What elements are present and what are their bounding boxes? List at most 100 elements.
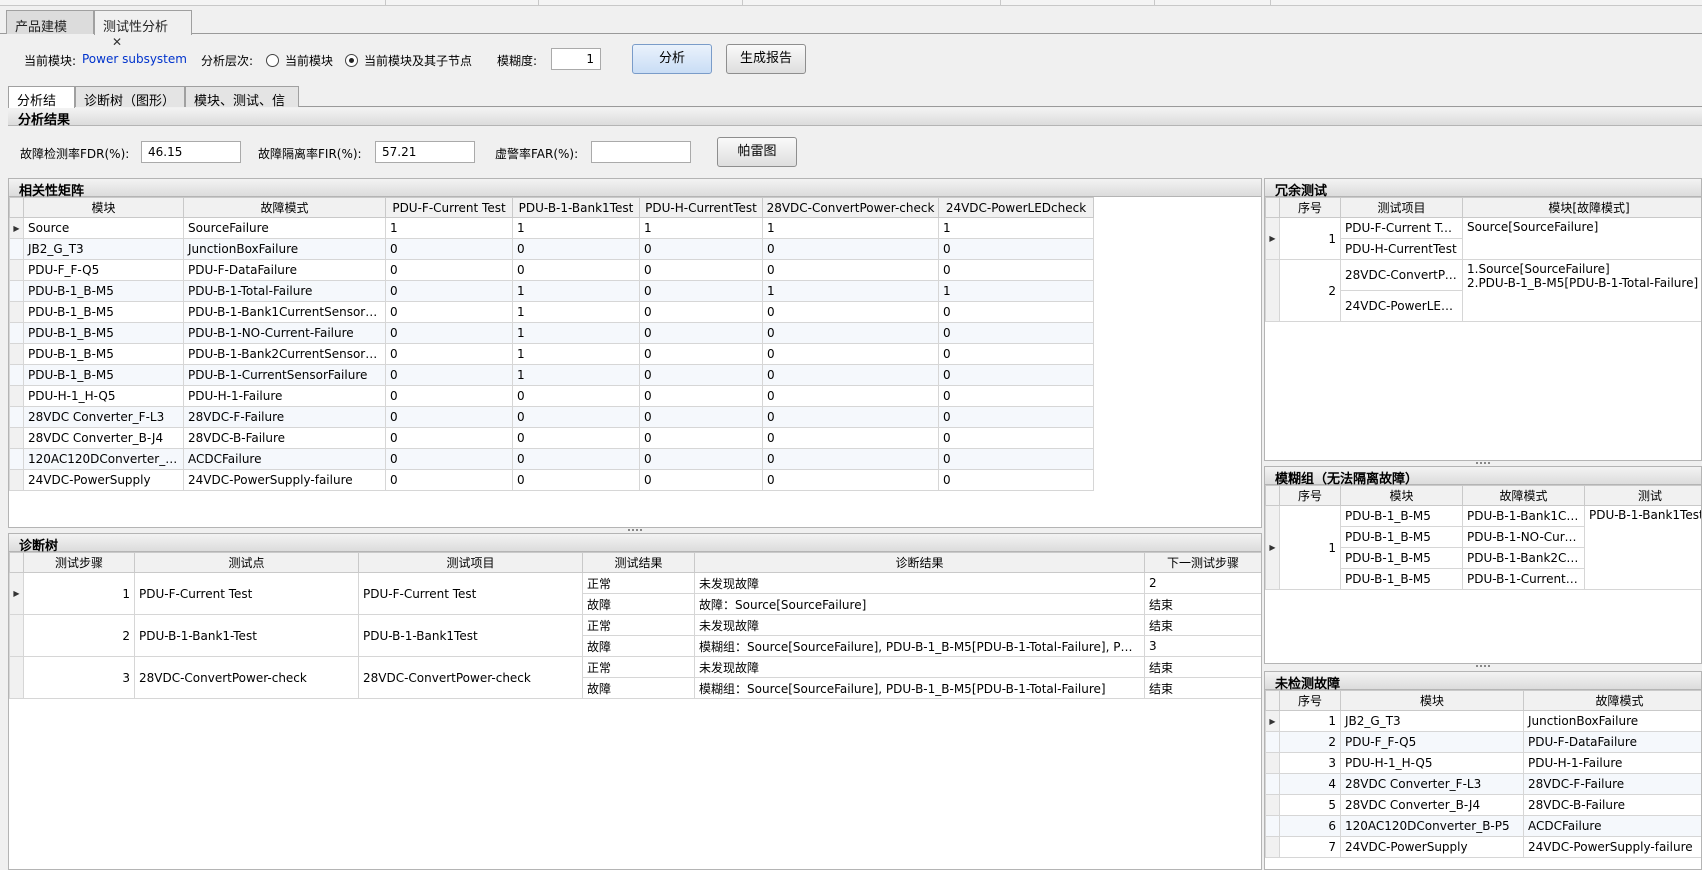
matrix-row[interactable]: ▶ Source SourceFailure 1 1 1 1 1 xyxy=(9,217,1094,239)
dependency-cell[interactable]: 0 xyxy=(938,385,1094,407)
tree-col-point[interactable]: 测试点 xyxy=(134,552,359,573)
ambiguity-col-test[interactable]: 测试 xyxy=(1584,485,1701,506)
undetected-col-no[interactable]: 序号 xyxy=(1279,690,1341,711)
failure-mode-cell[interactable]: PDU-F-DataFailure xyxy=(183,259,386,281)
step-cell[interactable]: 1 xyxy=(23,572,135,615)
dependency-cell[interactable]: 0 xyxy=(938,238,1094,260)
dependency-cell[interactable]: 0 xyxy=(639,322,763,344)
next-step-cell[interactable]: 结束 xyxy=(1144,656,1261,678)
dependency-cell[interactable]: 1 xyxy=(938,217,1094,239)
row-indicator[interactable] xyxy=(1265,259,1280,322)
dependency-cell[interactable]: 0 xyxy=(512,259,640,281)
row-pointer-icon[interactable]: ▶ xyxy=(1265,217,1280,260)
test-item-cell[interactable]: PDU-F-Current Test xyxy=(358,572,583,615)
horizontal-splitter[interactable] xyxy=(1264,461,1702,465)
module-failure-cell[interactable]: 1.Source[SourceFailure] 2.PDU-B-1_B-M5[PD… xyxy=(1462,259,1701,322)
far-field[interactable] xyxy=(591,141,691,163)
redundant-test-cell[interactable]: PDU-H-CurrentTest xyxy=(1340,238,1463,260)
subtab-diagnosis-tree-graph[interactable]: 诊断树（图形） xyxy=(75,86,185,109)
matrix-row[interactable]: PDU-B-1_B-M5 PDU-B-1-Bank2CurrentSensorFa… xyxy=(9,343,1094,365)
level-option-children[interactable]: 当前模块及其子节点 xyxy=(345,52,472,69)
row-indicator[interactable] xyxy=(9,656,24,699)
dependency-cell[interactable]: 0 xyxy=(762,343,939,365)
undetected-row[interactable]: ▶ 1 JB2_G_T3 JunctionBoxFailure xyxy=(1265,710,1701,732)
next-step-cell[interactable]: 3 xyxy=(1144,635,1261,657)
matrix-row[interactable]: PDU-B-1_B-M5 PDU-B-1-NO-Current-Failure 0 1… xyxy=(9,322,1094,344)
module-cell[interactable]: 28VDC Converter_F-L3 xyxy=(23,406,184,428)
fir-field[interactable]: 57.21 xyxy=(375,141,475,163)
undetected-row[interactable]: 2 PDU-F_F-Q5 PDU-F-DataFailure xyxy=(1265,731,1701,753)
module-cell[interactable]: PDU-B-1_B-M5 xyxy=(23,322,184,344)
dependency-cell[interactable]: 1 xyxy=(938,280,1094,302)
test-point-cell[interactable]: PDU-B-1-Bank1-Test xyxy=(134,614,359,657)
matrix-row[interactable]: PDU-B-1_B-M5 PDU-B-1-Bank1CurrentSensorFa… xyxy=(9,301,1094,323)
matrix-col-test2[interactable]: PDU-B-1-Bank1Test xyxy=(512,197,640,218)
redundant-row[interactable]: 2 28VDC-ConvertPo... 1.Source[SourceFailur… xyxy=(1265,259,1701,322)
undetected-row[interactable]: 5 28VDC Converter_B-J4 28VDC-B-Failure xyxy=(1265,794,1701,816)
dependency-cell[interactable]: 0 xyxy=(639,280,763,302)
test-item-cell[interactable]: 28VDC-ConvertPower-check xyxy=(358,656,583,699)
module-cell[interactable]: JB2_G_T3 xyxy=(1340,710,1524,732)
row-indicator[interactable] xyxy=(9,322,24,344)
row-no-cell[interactable]: 6 xyxy=(1279,815,1341,837)
dependency-cell[interactable]: 0 xyxy=(385,238,513,260)
row-no-cell[interactable]: 3 xyxy=(1279,752,1341,774)
row-no-cell[interactable]: 2 xyxy=(1279,731,1341,753)
group-no-cell[interactable]: 1 xyxy=(1279,217,1341,260)
row-pointer-icon[interactable]: ▶ xyxy=(9,217,24,239)
dependency-cell[interactable]: 0 xyxy=(639,343,763,365)
undetected-row[interactable]: 3 PDU-H-1_H-Q5 PDU-H-1-Failure xyxy=(1265,752,1701,774)
dependency-cell[interactable]: 0 xyxy=(938,301,1094,323)
row-indicator[interactable] xyxy=(9,385,24,407)
module-cell[interactable]: PDU-B-1_B-M5 xyxy=(1340,526,1463,548)
dependency-cell[interactable]: 0 xyxy=(762,406,939,428)
next-step-cell[interactable]: 2 xyxy=(1144,572,1261,594)
row-indicator[interactable] xyxy=(9,469,24,491)
module-cell[interactable]: PDU-B-1_B-M5 xyxy=(1340,505,1463,527)
dependency-cell[interactable]: 0 xyxy=(639,259,763,281)
row-indicator[interactable] xyxy=(9,427,24,449)
row-pointer-icon[interactable]: ▶ xyxy=(1265,710,1280,732)
tree-row[interactable]: 3 28VDC-ConvertPower-check 28VDC-ConvertPo… xyxy=(9,656,1261,699)
row-pointer-icon[interactable]: ▶ xyxy=(1265,505,1280,590)
dependency-cell[interactable]: 0 xyxy=(938,322,1094,344)
matrix-row[interactable]: PDU-B-1_B-M5 PDU-B-1-CurrentSensorFailure… xyxy=(9,364,1094,386)
undetected-row[interactable]: 7 24VDC-PowerSupply 24VDC-PowerSupply-fail… xyxy=(1265,836,1701,858)
dependency-cell[interactable]: 0 xyxy=(639,469,763,491)
dependency-cell[interactable]: 0 xyxy=(639,448,763,470)
module-cell[interactable]: PDU-B-1_B-M5 xyxy=(23,364,184,386)
dependency-cell[interactable]: 0 xyxy=(385,343,513,365)
redundant-col-modules[interactable]: 模块[故障模式] xyxy=(1462,197,1701,218)
tree-col-item[interactable]: 测试项目 xyxy=(358,552,583,573)
dependency-cell[interactable]: 1 xyxy=(385,217,513,239)
dependency-cell[interactable]: 0 xyxy=(385,301,513,323)
matrix-row[interactable]: JB2_G_T3 JunctionBoxFailure 0 0 0 0 0 xyxy=(9,238,1094,260)
dependency-cell[interactable]: 0 xyxy=(385,406,513,428)
redundant-test-cell[interactable]: 28VDC-ConvertPo... xyxy=(1340,259,1463,291)
row-indicator[interactable] xyxy=(9,614,24,657)
ambiguity-col-failure-mode[interactable]: 故障模式 xyxy=(1462,485,1585,506)
dependency-cell[interactable]: 0 xyxy=(385,364,513,386)
matrix-row[interactable]: PDU-F_F-Q5 PDU-F-DataFailure 0 0 0 0 0 xyxy=(9,259,1094,281)
module-cell[interactable]: 120AC120DConverter_B-P5 xyxy=(23,448,184,470)
subtab-modules-tests-signals[interactable]: 模块、测试、信号 xyxy=(185,86,299,128)
dependency-cell[interactable]: 0 xyxy=(938,448,1094,470)
ambiguity-col-no[interactable]: 序号 xyxy=(1279,485,1341,506)
module-failure-cell[interactable]: Source[SourceFailure] xyxy=(1462,217,1701,260)
failure-mode-cell[interactable]: JunctionBoxFailure xyxy=(183,238,386,260)
dependency-cell[interactable]: 0 xyxy=(385,469,513,491)
failure-mode-cell[interactable]: PDU-B-1-CurrentS... xyxy=(1462,568,1585,590)
row-indicator[interactable] xyxy=(9,301,24,323)
dependency-cell[interactable]: 1 xyxy=(512,343,640,365)
dependency-cell[interactable]: 1 xyxy=(639,217,763,239)
failure-mode-cell[interactable]: PDU-F-DataFailure xyxy=(1523,731,1701,753)
dependency-cell[interactable]: 0 xyxy=(639,301,763,323)
redundant-col-no[interactable]: 序号 xyxy=(1279,197,1341,218)
dependency-cell[interactable]: 0 xyxy=(512,469,640,491)
test-result-cell[interactable]: 故障 xyxy=(582,593,695,615)
dependency-cell[interactable]: 1 xyxy=(512,364,640,386)
dependency-cell[interactable]: 0 xyxy=(385,385,513,407)
test-point-cell[interactable]: PDU-F-Current Test xyxy=(134,572,359,615)
tree-col-result[interactable]: 测试结果 xyxy=(582,552,695,573)
undetected-col-module[interactable]: 模块 xyxy=(1340,690,1524,711)
